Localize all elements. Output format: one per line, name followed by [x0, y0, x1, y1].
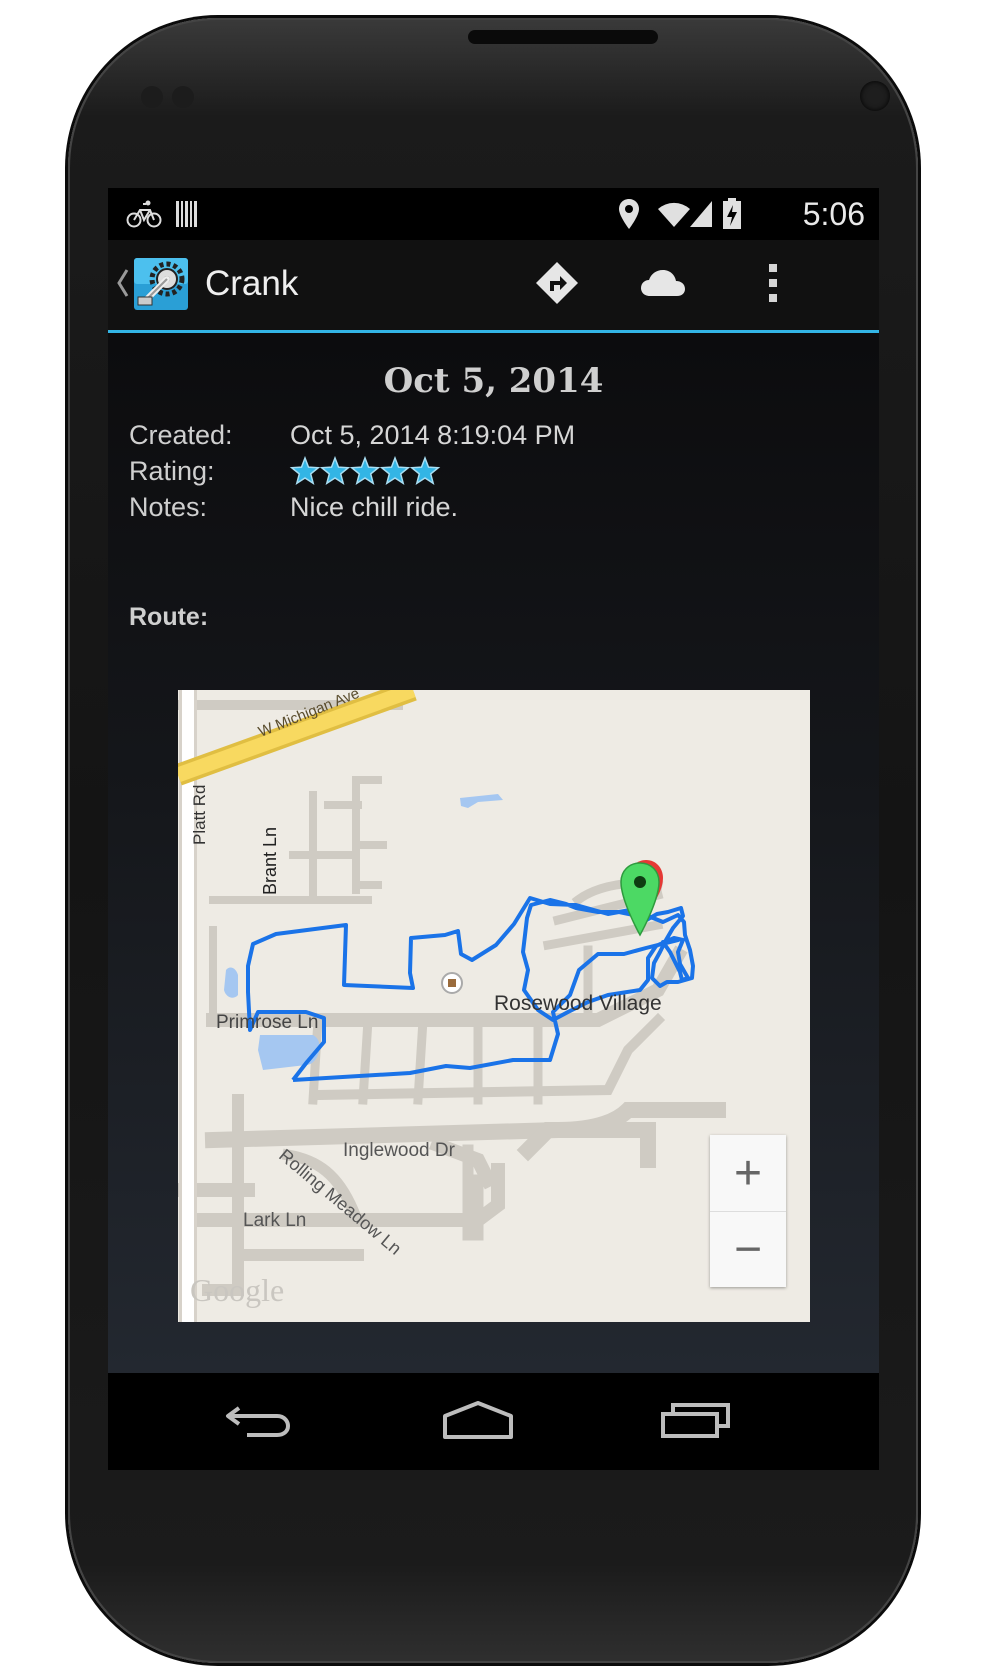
back-button[interactable]: [208, 1393, 308, 1451]
created-value: Oct 5, 2014 8:19:04 PM: [290, 420, 576, 450]
crank-gear-icon: [133, 257, 189, 316]
street-label-primrose: Primrose Ln: [216, 1012, 319, 1033]
zoom-out-button[interactable]: −: [710, 1211, 786, 1287]
screen: 5:06 Crank Oct 5, 2014 Created: Oct 5, 2…: [108, 188, 879, 1470]
earpiece: [468, 30, 658, 44]
cloud-icon: [640, 269, 686, 302]
place-label-rosewood: Rosewood Village: [494, 992, 662, 1015]
front-camera: [860, 81, 890, 111]
overflow-menu-button[interactable]: [748, 254, 798, 316]
rating-label: Rating:: [129, 456, 215, 486]
signal-icon: [688, 198, 714, 230]
zoom-controls: + −: [710, 1135, 786, 1287]
home-icon: [442, 1400, 514, 1445]
rating-star-icon[interactable]: [319, 455, 351, 485]
street-label-lark: Lark Ln: [243, 1210, 307, 1231]
action-bar: Crank: [108, 240, 879, 333]
directions-button[interactable]: [526, 254, 588, 316]
notes-label: Notes:: [129, 492, 208, 522]
recent-apps-icon: [661, 1402, 731, 1443]
street-label-inglewood: Inglewood Dr: [343, 1140, 455, 1161]
ride-heading: Oct 5, 2014: [383, 361, 604, 401]
chevron-left-icon: [116, 268, 130, 303]
overflow-menu-icon: [768, 263, 778, 308]
bicycle-icon: [126, 198, 162, 230]
app-title: Crank: [205, 264, 299, 303]
ride-details: Oct 5, 2014 Created: Oct 5, 2014 8:19:04…: [108, 333, 879, 1373]
barcode-icon: [175, 198, 199, 230]
up-button[interactable]: [112, 254, 192, 314]
street-label-platt: Platt Rd: [190, 784, 209, 845]
rating-stars[interactable]: [289, 455, 449, 488]
rating-star-icon[interactable]: [379, 455, 411, 485]
sensor: [141, 86, 163, 108]
location-pin-icon: [618, 198, 640, 230]
status-bar: 5:06: [108, 188, 879, 240]
notes-value: Nice chill ride.: [290, 492, 459, 522]
cloud-upload-button[interactable]: [631, 254, 695, 316]
clock: 5:06: [802, 196, 865, 232]
rating-star-icon[interactable]: [349, 455, 381, 485]
recent-apps-button[interactable]: [646, 1393, 746, 1451]
battery-charging-icon: [722, 198, 742, 230]
google-logo: Google: [190, 1272, 285, 1308]
directions-icon: [535, 261, 579, 310]
back-icon: [225, 1402, 291, 1443]
street-label-brant: Brant Ln: [260, 826, 280, 895]
home-button[interactable]: [428, 1393, 528, 1451]
navigation-bar: [108, 1373, 879, 1470]
wifi-icon: [656, 198, 692, 230]
created-label: Created:: [129, 420, 233, 450]
route-map[interactable]: W Michigan Ave Platt Rd Brant Ln Primros…: [178, 690, 810, 1322]
zoom-in-button[interactable]: +: [710, 1135, 786, 1212]
rating-star-icon[interactable]: [289, 455, 321, 485]
rosewood-village-marker[interactable]: [441, 972, 463, 994]
route-label: Route:: [129, 603, 209, 631]
sensor: [172, 86, 194, 108]
rating-star-icon[interactable]: [409, 455, 441, 485]
